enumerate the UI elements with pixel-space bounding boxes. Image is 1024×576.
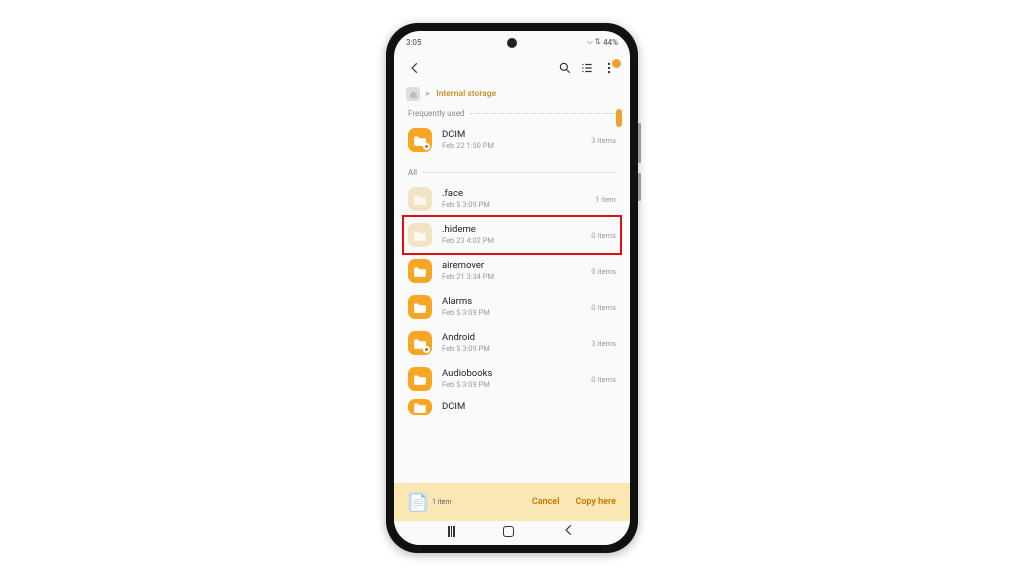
cancel-button[interactable]: Cancel: [532, 497, 560, 507]
folder-icon: [408, 331, 432, 355]
list-item[interactable]: Audiobooks Feb 5 3:09 PM 0 items: [394, 361, 630, 397]
item-count: 3 items: [591, 339, 616, 348]
item-date: Feb 5 3:09 PM: [442, 200, 595, 209]
item-count: 1 item: [595, 195, 616, 204]
item-name: DCIM: [442, 130, 591, 140]
list-item[interactable]: Android Feb 5 3:09 PM 3 items: [394, 325, 630, 361]
section-frequent: Frequently used: [394, 109, 630, 122]
app-toolbar: [394, 53, 630, 83]
media-badge-icon: [423, 143, 430, 150]
item-name: .hideme: [442, 225, 591, 235]
item-date: Feb 23 4:02 PM: [442, 236, 591, 245]
volume-button: [638, 123, 641, 163]
list-item[interactable]: DCIM Feb 22 1:50 PM 3 items: [394, 122, 630, 158]
item-count: 3 items: [591, 136, 616, 145]
back-button[interactable]: [404, 61, 426, 75]
copy-here-button[interactable]: Copy here: [575, 497, 616, 507]
item-name: DCIM: [442, 402, 616, 412]
breadcrumb-current[interactable]: Internal storage: [436, 89, 496, 99]
power-button: [638, 173, 641, 201]
list-item[interactable]: Alarms Feb 5 3:09 PM 0 items: [394, 289, 630, 325]
item-count: 0 items: [591, 267, 616, 276]
item-count: 0 items: [591, 303, 616, 312]
folder-icon: [408, 187, 432, 211]
item-name: airemover: [442, 261, 591, 271]
item-name: .face: [442, 189, 595, 199]
notification-badge: [612, 59, 621, 68]
search-icon: [558, 61, 572, 75]
clipboard-count: 1 item: [432, 498, 452, 506]
item-count: 0 items: [591, 375, 616, 384]
list-icon: [580, 61, 594, 75]
settings-badge-icon: [423, 346, 430, 353]
status-right: ⌵ ⇅ 44%: [587, 37, 618, 47]
item-date: Feb 21 3:34 PM: [442, 272, 591, 281]
list-item[interactable]: .hideme Feb 23 4:02 PM 0 items: [394, 217, 630, 253]
chevron-left-icon: [408, 61, 422, 75]
file-list[interactable]: Frequently used DCIM Feb 22 1:50 PM 3 it…: [394, 109, 630, 483]
item-date: Feb 5 3:09 PM: [442, 380, 591, 389]
home-icon[interactable]: [406, 87, 420, 101]
chevron-right-icon: ▸: [426, 89, 430, 99]
status-icons: ⌵ ⇅: [587, 37, 601, 47]
screen: 3:05 ⌵ ⇅ 44%: [394, 31, 630, 545]
phone-frame: 3:05 ⌵ ⇅ 44%: [386, 23, 638, 553]
item-name: Audiobooks: [442, 369, 591, 379]
list-item[interactable]: DCIM: [394, 397, 630, 415]
status-time: 3:05: [406, 38, 421, 47]
item-name: Android: [442, 333, 591, 343]
front-camera: [507, 38, 517, 48]
item-date: Feb 5 3:09 PM: [442, 344, 591, 353]
folder-icon: [408, 223, 432, 247]
clipboard-thumb[interactable]: 📄: [408, 492, 428, 512]
section-all: All: [394, 168, 630, 181]
folder-icon: [408, 128, 432, 152]
item-date: Feb 5 3:09 PM: [442, 308, 591, 317]
list-item[interactable]: .face Feb 5 3:09 PM 1 item: [394, 181, 630, 217]
status-battery: 44%: [603, 38, 618, 47]
list-view-button[interactable]: [576, 61, 598, 75]
nav-home-button[interactable]: [503, 526, 514, 537]
search-button[interactable]: [554, 61, 576, 75]
folder-icon: [408, 259, 432, 283]
breadcrumb[interactable]: ▸ Internal storage: [394, 83, 630, 109]
item-count: 0 items: [591, 231, 616, 240]
item-date: Feb 22 1:50 PM: [442, 141, 591, 150]
navigation-bar: [394, 521, 630, 545]
folder-icon: [408, 295, 432, 319]
more-button[interactable]: [598, 61, 620, 75]
nav-recents-button[interactable]: [448, 526, 455, 537]
clipboard-bar: 📄 1 item Cancel Copy here: [394, 483, 630, 521]
item-name: Alarms: [442, 297, 591, 307]
nav-back-button[interactable]: [562, 522, 576, 541]
folder-icon: [408, 367, 432, 391]
folder-icon: [408, 399, 432, 415]
list-item[interactable]: airemover Feb 21 3:34 PM 0 items: [394, 253, 630, 289]
